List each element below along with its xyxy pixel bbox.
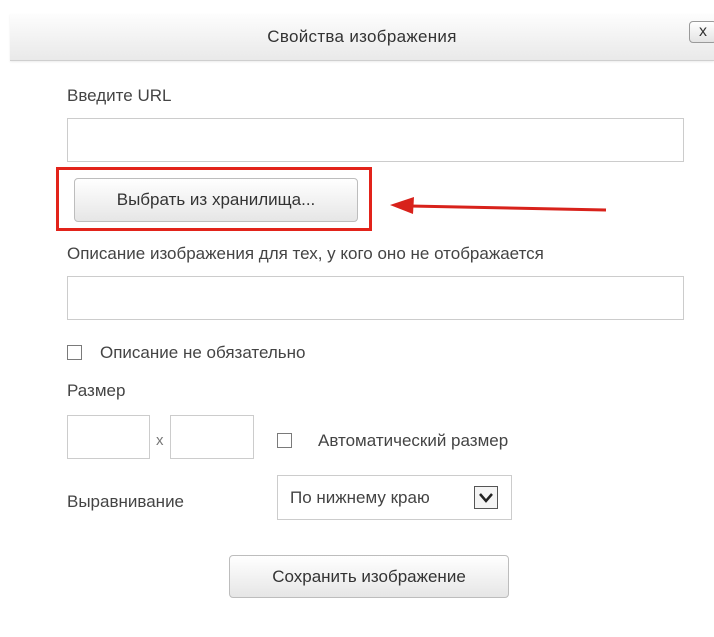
size-label: Размер bbox=[67, 381, 126, 400]
chevron-down-icon bbox=[479, 493, 493, 503]
description-label: Описание изображения для тех, у кого оно… bbox=[67, 244, 544, 263]
alignment-label: Выравнивание bbox=[67, 492, 185, 511]
alignment-selected-value: По нижнему краю bbox=[290, 488, 430, 507]
auto-size-label: Автоматический размер bbox=[318, 431, 509, 450]
description-optional-label: Описание не обязательно bbox=[100, 343, 306, 362]
url-input[interactable] bbox=[67, 118, 684, 162]
pointer-arrow bbox=[390, 197, 607, 214]
dialog-title: Свойства изображения bbox=[267, 27, 457, 46]
alignment-select[interactable]: По нижнему краю bbox=[277, 475, 512, 520]
size-separator: x bbox=[156, 432, 164, 449]
auto-size-checkbox[interactable] bbox=[277, 433, 292, 448]
description-optional-checkbox[interactable] bbox=[67, 345, 82, 360]
height-input[interactable] bbox=[170, 415, 254, 459]
url-label: Введите URL bbox=[67, 86, 172, 105]
dropdown-arrow-button[interactable] bbox=[474, 486, 498, 509]
highlight-box bbox=[56, 167, 372, 231]
save-image-button[interactable]: Сохранить изображение bbox=[229, 555, 509, 598]
width-input[interactable] bbox=[67, 415, 150, 459]
description-input[interactable] bbox=[67, 276, 684, 320]
dialog-header: Свойства изображения x bbox=[10, 14, 714, 61]
close-icon: x bbox=[699, 23, 707, 40]
close-button[interactable]: x bbox=[689, 21, 714, 43]
